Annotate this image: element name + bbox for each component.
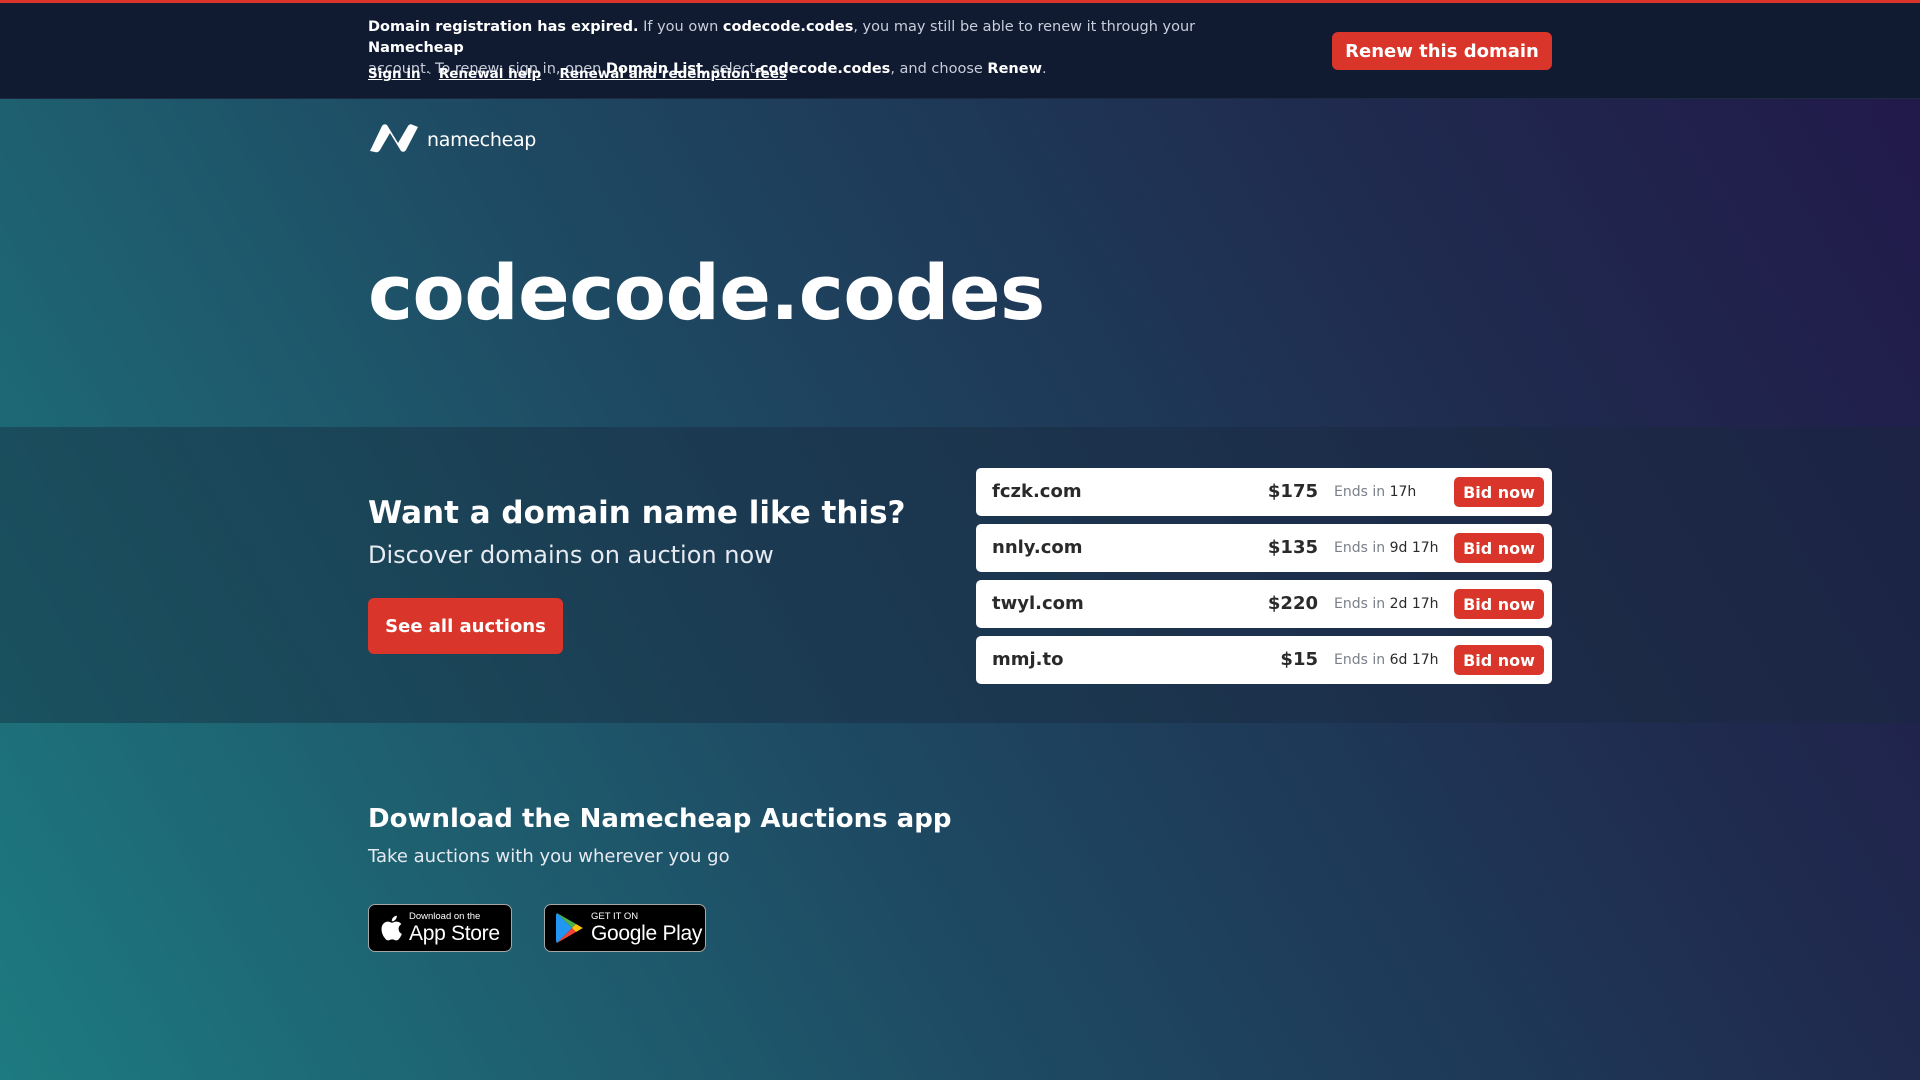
- apple-icon: [379, 914, 403, 942]
- bid-now-button[interactable]: Bid now: [1454, 589, 1544, 619]
- app-subheading: Take auctions with you wherever you go: [368, 846, 730, 867]
- banner-text-part: .: [1041, 61, 1047, 77]
- auction-price: $175: [1267, 481, 1318, 502]
- google-play-badge[interactable]: GET IT ON Google Play: [544, 904, 706, 952]
- auction-ends: Ends in 9d 17h: [1334, 540, 1439, 556]
- ends-time: 17h: [1389, 484, 1417, 500]
- ends-label: Ends in: [1334, 540, 1386, 556]
- auction-subheading: Discover domains on auction now: [368, 541, 774, 569]
- auction-ends: Ends in 2d 17h: [1334, 596, 1439, 612]
- auction-row: nnly.com $135 Ends in 9d 17h Bid now: [976, 524, 1552, 572]
- google-play-text: GET IT ON Google Play: [591, 912, 702, 945]
- ends-time: 2d 17h: [1389, 596, 1439, 612]
- banner-text-part: , you may still be able to renew it thro…: [853, 19, 1196, 35]
- logo-wordmark: namecheap: [427, 129, 537, 151]
- banner-links: Sign in · Renewal help · Renewal and redempt…: [368, 66, 787, 82]
- auction-list: fczk.com $175 Ends in 17h Bid now nnly.c…: [976, 468, 1552, 692]
- auction-domain[interactable]: fczk.com: [992, 481, 1082, 502]
- renew-domain-button[interactable]: Renew this domain: [1332, 32, 1552, 70]
- banner-domain: codecode.codes: [722, 19, 854, 35]
- auction-price: $220: [1267, 593, 1318, 614]
- link-separator: ·: [427, 66, 432, 82]
- auction-heading: Want a domain name like this?: [368, 495, 906, 531]
- auction-ends: Ends in 6d 17h: [1334, 652, 1439, 668]
- google-play-icon: [555, 912, 585, 944]
- banner-text-part: If you own: [638, 19, 723, 35]
- auction-row: mmj.to $15 Ends in 6d 17h Bid now: [976, 636, 1552, 684]
- auction-domain[interactable]: twyl.com: [992, 593, 1084, 614]
- expired-domain-banner: Domain registration has expired. If you …: [0, 3, 1920, 99]
- auction-domain[interactable]: nnly.com: [992, 537, 1083, 558]
- ends-label: Ends in: [1334, 652, 1386, 668]
- ends-time: 6d 17h: [1389, 652, 1439, 668]
- bid-now-button[interactable]: Bid now: [1454, 477, 1544, 507]
- auction-domain[interactable]: mmj.to: [992, 649, 1064, 670]
- auction-price: $135: [1267, 537, 1318, 558]
- see-all-auctions-button[interactable]: See all auctions: [368, 598, 563, 654]
- app-store-big: App Store: [409, 922, 500, 946]
- bid-now-button[interactable]: Bid now: [1454, 645, 1544, 675]
- namecheap-n-icon: [368, 123, 420, 157]
- ends-label: Ends in: [1334, 596, 1386, 612]
- banner-expired-lead: Domain registration has expired.: [368, 19, 639, 35]
- google-play-small: GET IT ON: [591, 910, 639, 922]
- auction-section: [0, 427, 1920, 723]
- link-separator: ·: [548, 66, 553, 82]
- auction-ends: Ends in 17h: [1334, 484, 1416, 500]
- domain-title: codecode.codes: [368, 248, 1045, 337]
- namecheap-logo[interactable]: namecheap: [368, 124, 536, 156]
- app-heading: Download the Namecheap Auctions app: [368, 804, 952, 834]
- renewal-fees-link[interactable]: Renewal and redemption fees: [559, 66, 787, 82]
- banner-renew-word: Renew: [987, 61, 1042, 77]
- ends-label: Ends in: [1334, 484, 1386, 500]
- bid-now-button[interactable]: Bid now: [1454, 533, 1544, 563]
- auction-row: fczk.com $175 Ends in 17h Bid now: [976, 468, 1552, 516]
- auction-price: $15: [1280, 649, 1318, 670]
- google-play-big: Google Play: [591, 922, 703, 946]
- app-store-text: Download on the App Store: [409, 912, 500, 945]
- banner-text-part: , and choose: [890, 61, 988, 77]
- banner-registrar: Namecheap: [368, 40, 464, 56]
- sign-in-link[interactable]: Sign in: [368, 66, 421, 82]
- app-store-badge[interactable]: Download on the App Store: [368, 904, 512, 952]
- app-store-small: Download on the: [409, 910, 481, 922]
- auction-row: twyl.com $220 Ends in 2d 17h Bid now: [976, 580, 1552, 628]
- ends-time: 9d 17h: [1389, 540, 1439, 556]
- renewal-help-link[interactable]: Renewal help: [439, 66, 541, 82]
